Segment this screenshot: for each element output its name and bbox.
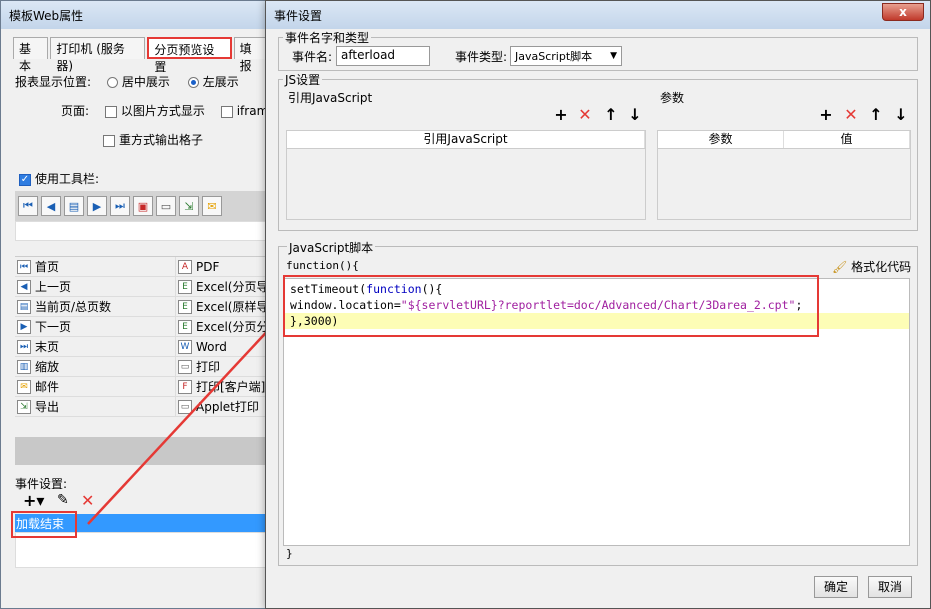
params-label: 参数 xyxy=(660,91,685,105)
js-settings-label: JS设置 xyxy=(283,71,323,88)
params-list[interactable]: 参数 值 xyxy=(657,130,911,220)
close-button[interactable]: x xyxy=(882,3,924,21)
event-name-label: 事件名: xyxy=(292,50,333,64)
name-type-group-label: 事件名字和类型 xyxy=(283,29,372,46)
format-code-button[interactable]: 🖌 格式化代码 xyxy=(832,258,911,275)
add-icon[interactable]: + xyxy=(552,105,570,124)
event-name-input[interactable]: afterload xyxy=(336,46,430,66)
arrow-down-icon[interactable]: ↓ xyxy=(626,105,644,124)
ok-button[interactable]: 确定 xyxy=(814,576,858,598)
delete-icon[interactable]: ✕ xyxy=(842,105,860,124)
dialog-title: 事件设置 xyxy=(274,8,323,23)
value-column: 值 xyxy=(784,131,910,148)
event-type-select[interactable]: JavaScript脚本 ▼ xyxy=(510,46,622,66)
arrow-down-icon[interactable]: ↓ xyxy=(892,105,910,124)
func-open-text: function(){ xyxy=(286,259,359,272)
ref-js-list[interactable]: 引用JavaScript xyxy=(286,130,646,220)
arrow-up-icon[interactable]: ↑ xyxy=(867,105,885,124)
add-icon[interactable]: + xyxy=(817,105,835,124)
params-header: 参数 值 xyxy=(658,131,910,149)
highlight-box-code xyxy=(283,275,819,337)
ref-js-column: 引用JavaScript xyxy=(287,131,645,148)
dialog-titlebar: 事件设置 xyxy=(266,1,930,29)
script-group-label: JavaScript脚本 xyxy=(287,239,376,256)
event-type-value: JavaScript脚本 xyxy=(515,50,593,63)
chevron-down-icon: ▼ xyxy=(610,51,617,61)
ref-js-label: 引用JavaScript xyxy=(288,91,373,105)
func-close-text: } xyxy=(286,547,293,560)
event-type-label: 事件类型: xyxy=(455,50,508,64)
delete-icon[interactable]: ✕ xyxy=(576,105,594,124)
ref-js-header: 引用JavaScript xyxy=(287,131,645,149)
brush-icon: 🖌 xyxy=(832,260,848,274)
format-code-label: 格式化代码 xyxy=(851,260,912,274)
close-icon: x xyxy=(899,5,907,19)
param-column: 参数 xyxy=(658,131,784,148)
cancel-button[interactable]: 取消 xyxy=(868,576,912,598)
arrow-up-icon[interactable]: ↑ xyxy=(602,105,620,124)
